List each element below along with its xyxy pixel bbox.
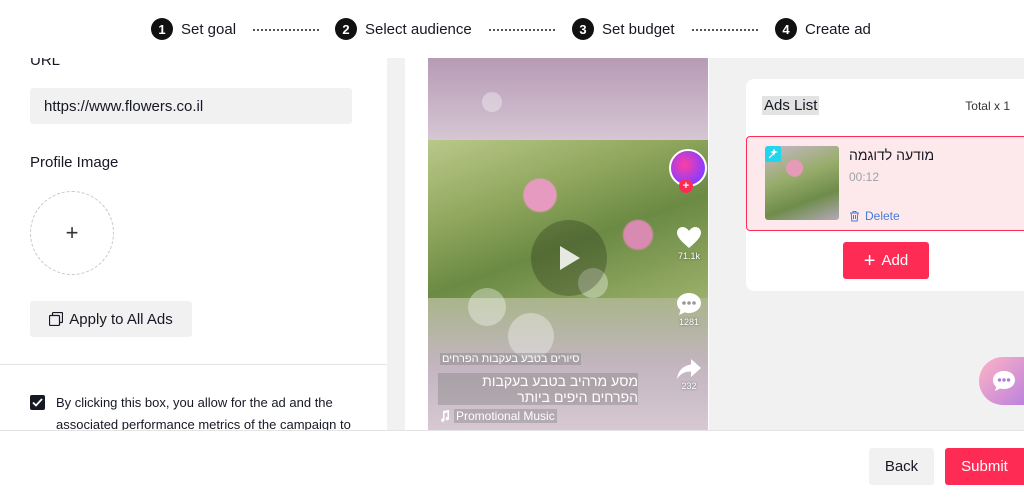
step-connector <box>692 29 758 31</box>
checkmark-icon <box>32 398 43 407</box>
ad-list-item[interactable]: מודעה לדוגמה 00:12 Delete <box>746 136 1024 231</box>
ad-thumbnail <box>765 146 839 220</box>
music-row: Promotional Music <box>440 409 557 423</box>
step-number: 1 <box>151 18 173 40</box>
step-set-budget: 3 Set budget <box>572 18 675 40</box>
consent-text: By clicking this box, you allow for the … <box>56 395 351 430</box>
url-input[interactable] <box>30 88 352 124</box>
magic-wand-icon <box>765 146 781 162</box>
ad-settings-panel: URL Profile Image + Apply to All Ads By … <box>0 58 387 430</box>
profile-image-label: Profile Image <box>30 154 119 171</box>
ads-total-count: Total x 1 <box>965 99 1010 113</box>
like-count: 71.1k <box>677 251 701 261</box>
heart-icon <box>677 227 701 248</box>
share-icon <box>677 359 701 379</box>
comment-action[interactable]: 1281 <box>676 292 702 327</box>
copy-icon <box>49 312 64 326</box>
comment-icon <box>677 293 701 315</box>
delete-label: Delete <box>865 209 900 223</box>
share-count: 232 <box>681 381 697 391</box>
back-button[interactable]: Back <box>869 448 934 485</box>
ads-list-card: Ads List Total x 1 מודעה לדוגמה 00:12 De… <box>746 79 1024 291</box>
step-select-audience: 2 Select audience <box>335 18 472 40</box>
comment-count: 1281 <box>678 317 700 327</box>
divider <box>0 364 387 365</box>
video-preview: + 71.1k 1281 232 סיורים בטבע בעקבות הפרח… <box>428 58 708 430</box>
like-action[interactable]: 71.1k <box>676 226 702 261</box>
apply-to-all-ads-button[interactable]: Apply to All Ads <box>30 301 192 337</box>
music-note-icon <box>441 410 450 422</box>
step-set-goal: 1 Set goal <box>151 18 236 40</box>
footer-bar: Back Submit <box>0 430 1024 501</box>
step-number: 2 <box>335 18 357 40</box>
ads-list-title: Ads List <box>762 96 820 115</box>
step-connector <box>253 29 319 31</box>
support-chat-button[interactable] <box>979 357 1024 405</box>
preview-frame: + 71.1k 1281 232 סיורים בטבע בעקבות הפרח… <box>405 58 709 430</box>
step-create-ad: 4 Create ad <box>775 18 871 40</box>
submit-button[interactable]: Submit <box>945 448 1024 485</box>
consent-checkbox[interactable] <box>30 395 45 410</box>
music-label: Promotional Music <box>454 409 557 423</box>
step-number: 4 <box>775 18 797 40</box>
url-label: URL <box>30 58 61 69</box>
sponsor-name: סיורים בטבע בעקבות הפרחים <box>440 353 582 365</box>
follow-plus-icon[interactable]: + <box>679 179 693 193</box>
trash-icon <box>850 211 859 222</box>
step-label: Select audience <box>365 20 472 38</box>
play-button[interactable] <box>531 220 607 296</box>
bokeh-bubble <box>482 92 502 112</box>
step-label: Create ad <box>805 20 871 38</box>
add-ad-button[interactable]: + Add <box>843 242 929 279</box>
step-label: Set goal <box>181 20 237 38</box>
plus-icon: + <box>65 220 79 245</box>
ad-name: מודעה לדוגמה <box>849 147 935 163</box>
progress-stepper: 1 Set goal 2 Select audience 3 Set budge… <box>0 0 1024 58</box>
share-action[interactable]: 232 <box>676 358 702 391</box>
ad-caption: מסע מרהיב בטבע בעקבות הפרחים היפים ביותר <box>438 373 638 405</box>
apply-button-label: Apply to All Ads <box>69 310 173 328</box>
chat-bubble-icon <box>993 371 1015 391</box>
profile-image-upload[interactable]: + <box>30 191 114 275</box>
play-icon <box>560 246 580 270</box>
video-frame-top <box>428 58 708 140</box>
plus-icon: + <box>863 249 876 272</box>
ad-duration: 00:12 <box>849 170 880 184</box>
step-connector <box>489 29 555 31</box>
preview-area: + 71.1k 1281 232 סיורים בטבע בעקבות הפרח… <box>387 58 728 430</box>
step-label: Set budget <box>602 20 675 38</box>
add-button-label: Add <box>881 252 909 269</box>
step-number: 3 <box>572 18 594 40</box>
bokeh-bubble <box>468 288 506 326</box>
delete-ad-button[interactable]: Delete <box>849 209 900 223</box>
